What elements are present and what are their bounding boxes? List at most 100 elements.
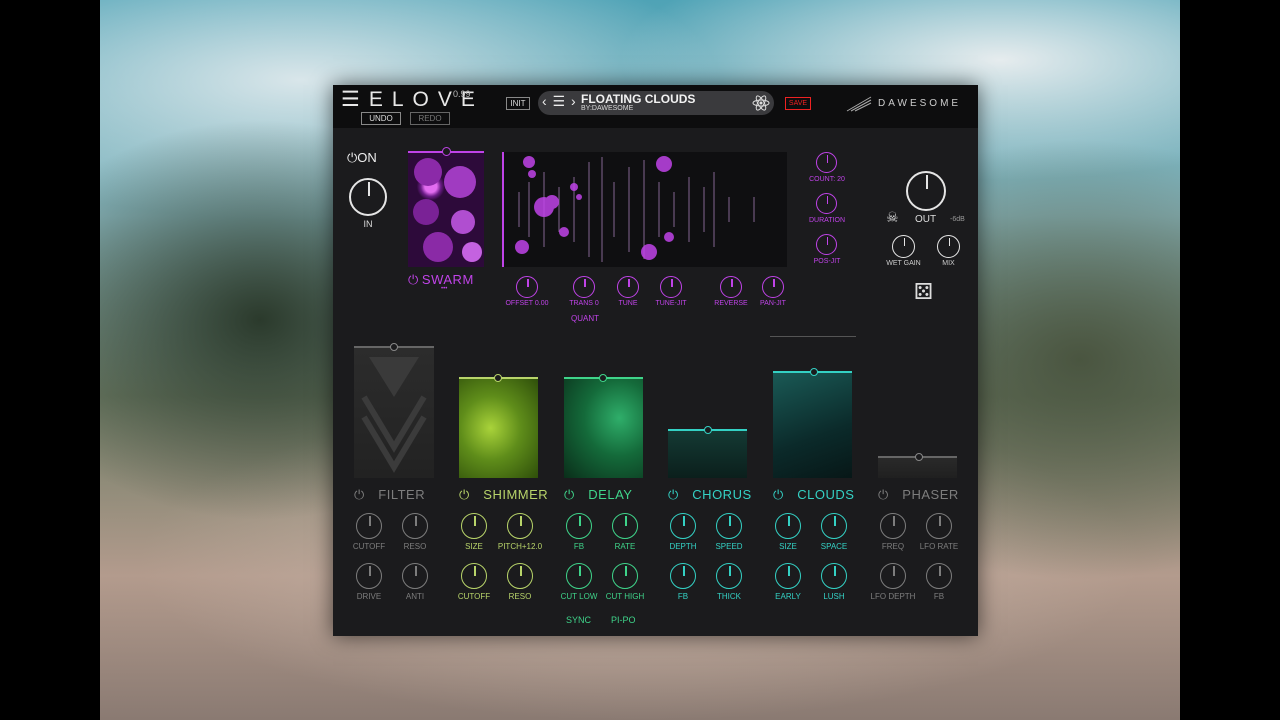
delay-knob-4[interactable]: [612, 563, 638, 589]
power-icon: ⏻: [347, 150, 358, 165]
redo-button[interactable]: REDO: [410, 112, 450, 125]
mix-knob[interactable]: [937, 235, 960, 258]
power-icon: ⏻: [408, 272, 419, 287]
clouds-level-handle[interactable]: [810, 368, 818, 376]
count-knob[interactable]: [816, 152, 837, 173]
pos-jitter-label: POS-JIT: [813, 258, 841, 265]
chorus-toggle[interactable]: ⏻ CHORUS: [668, 486, 752, 504]
shimmer-visual[interactable]: [459, 378, 538, 478]
phaser-knob-4[interactable]: [926, 563, 952, 589]
tune-knob[interactable]: [617, 276, 639, 298]
chorus-visual[interactable]: [668, 430, 747, 478]
offset-knob[interactable]: [516, 276, 538, 298]
offset-label: OFFSET 0.00: [505, 300, 549, 307]
pos-jitter-knob[interactable]: [816, 234, 837, 255]
phaser-knob-3[interactable]: [880, 563, 906, 589]
duration-label: DURATION: [808, 217, 846, 224]
out-db-readout: -6dB: [950, 216, 965, 223]
shimmer-knob-4[interactable]: [507, 563, 533, 589]
phaser-knob-label-2: LFO RATE: [919, 542, 959, 551]
atom-randomize-icon[interactable]: [752, 94, 770, 112]
reverse-knob[interactable]: [720, 276, 742, 298]
clouds-visual[interactable]: [773, 372, 852, 478]
delay-sync-toggle[interactable]: SYNC: [566, 615, 591, 625]
in-label: IN: [363, 219, 373, 229]
preset-nav-icon[interactable]: ‹ ☰ ›: [542, 93, 577, 110]
pan-jitter-knob[interactable]: [762, 276, 784, 298]
filter-name: FILTER: [378, 487, 426, 502]
tune-jitter-knob[interactable]: [660, 276, 682, 298]
delay-level-handle[interactable]: [599, 374, 607, 382]
clouds-knob-3[interactable]: [775, 563, 801, 589]
clouds-knob-1[interactable]: [775, 513, 801, 539]
version-label: 0.99: [453, 89, 471, 99]
bubbles-image: [413, 158, 482, 262]
phaser-knob-label-4: FB: [933, 592, 945, 601]
phaser-level-handle[interactable]: [915, 453, 923, 461]
input-gain-knob[interactable]: [349, 178, 387, 216]
shimmer-knob-3[interactable]: [461, 563, 487, 589]
clouds-knob-2[interactable]: [821, 513, 847, 539]
chorus-knob-3[interactable]: [670, 563, 696, 589]
chorus-knob-4[interactable]: [716, 563, 742, 589]
chorus-knob-2[interactable]: [716, 513, 742, 539]
trans-knob[interactable]: [573, 276, 595, 298]
output-knob[interactable]: [906, 171, 946, 211]
shimmer-knob-1[interactable]: [461, 513, 487, 539]
chorus-knob-1[interactable]: [670, 513, 696, 539]
filter-knob-label-4: ANTI: [405, 592, 425, 601]
wet-gain-knob[interactable]: [892, 235, 915, 258]
dice-randomize-icon[interactable]: ⚄: [914, 279, 933, 305]
delay-knob-3[interactable]: [566, 563, 592, 589]
preset-author: BY:DAWESOME: [581, 105, 634, 112]
tune-jitter-label: TUNE-JIT: [655, 300, 687, 307]
grain-waveform-display[interactable]: [502, 152, 787, 267]
phaser-knob-1[interactable]: [880, 513, 906, 539]
save-button[interactable]: SAVE: [785, 97, 811, 110]
preset-bar[interactable]: ‹ ☰ › FLOATING CLOUDS BY:DAWESOME: [538, 91, 774, 115]
shimmer-knob-label-2: PITCH+12.0: [497, 542, 543, 551]
chorus-knob-label-2: SPEED: [715, 542, 743, 551]
filter-level-handle[interactable]: [390, 343, 398, 351]
chorus-knob-label-4: THICK: [717, 592, 741, 601]
phaser-knob-2[interactable]: [926, 513, 952, 539]
power-on-toggle[interactable]: ⏻ON: [347, 150, 377, 166]
delay-knob-2[interactable]: [612, 513, 638, 539]
filter-knob-3[interactable]: [356, 563, 382, 589]
skull-icon[interactable]: ☠: [886, 209, 899, 226]
phaser-name: PHASER: [902, 487, 959, 502]
shimmer-knob-label-1: SIZE: [465, 542, 483, 551]
filter-knob-label-1: CUTOFF: [352, 542, 386, 551]
chorus-level-handle[interactable]: [704, 426, 712, 434]
filter-visual[interactable]: [354, 347, 434, 478]
delay-knob-1[interactable]: [566, 513, 592, 539]
clouds-knob-label-4: LUSH: [823, 592, 845, 601]
shimmer-level-handle[interactable]: [494, 374, 502, 382]
phaser-toggle[interactable]: ⏻ PHASER: [878, 486, 959, 504]
clouds-knob-4[interactable]: [821, 563, 847, 589]
clouds-toggle[interactable]: ⏻ CLOUDS: [773, 486, 854, 504]
filter-knob-1[interactable]: [356, 513, 382, 539]
elove-plugin-window: ☰ELOVE 0.99 UNDO REDO INIT ‹ ☰ › FLOATIN…: [333, 85, 978, 636]
filter-toggle[interactable]: ⏻ FILTER: [354, 486, 425, 504]
quant-toggle[interactable]: QUANT: [567, 314, 603, 323]
filter-knob-label-2: RESO: [403, 542, 427, 551]
init-button[interactable]: INIT: [506, 97, 530, 110]
wet-gain-label: WET GAIN: [886, 260, 921, 267]
undo-button[interactable]: UNDO: [361, 112, 401, 125]
delay-visual[interactable]: [564, 378, 643, 478]
delay-toggle[interactable]: ⏻ DELAY: [564, 486, 632, 504]
delay-knob-label-4: CUT HIGH: [605, 592, 645, 601]
trans-label: TRANS 0: [569, 300, 599, 307]
delay-pingpong-toggle[interactable]: PI-PO: [611, 615, 636, 625]
shimmer-toggle[interactable]: ⏻ SHIMMER: [459, 486, 548, 504]
duration-knob[interactable]: [816, 193, 837, 214]
filter-knob-4[interactable]: [402, 563, 428, 589]
swarm-visual[interactable]: [408, 152, 484, 267]
pan-jitter-label: PAN-JIT: [760, 300, 786, 307]
swarm-level-handle[interactable]: [442, 147, 451, 156]
swarm-menu-dots[interactable]: •••: [441, 286, 447, 292]
chorus-knob-label-1: DEPTH: [669, 542, 697, 551]
shimmer-knob-2[interactable]: [507, 513, 533, 539]
filter-knob-2[interactable]: [402, 513, 428, 539]
